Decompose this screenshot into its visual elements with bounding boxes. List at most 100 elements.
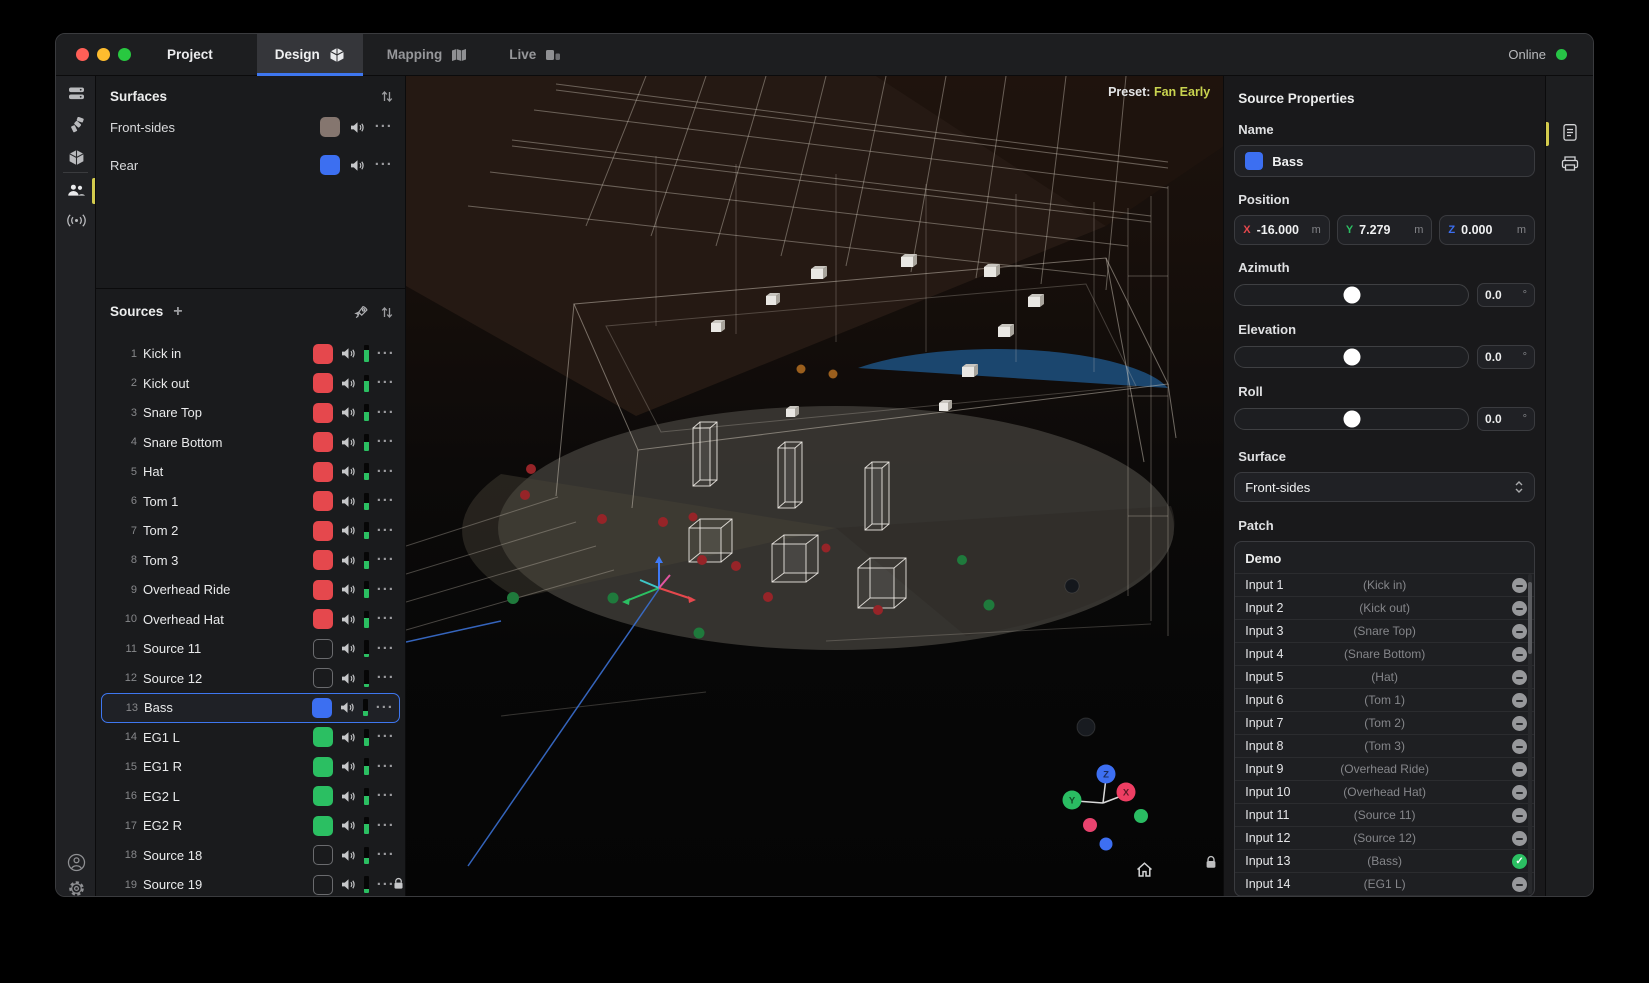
venue-stack-icon[interactable] (56, 86, 96, 101)
source-row[interactable]: 12 Source 12 ··· (96, 664, 405, 694)
more-options-button[interactable]: ··· (377, 585, 395, 595)
sort-icon[interactable] (381, 306, 393, 319)
properties-doc-icon[interactable] (1546, 123, 1593, 142)
settings-gear-icon[interactable] (56, 879, 96, 897)
unpatch-minus-icon[interactable] (1512, 739, 1527, 754)
more-options-button[interactable]: ··· (377, 408, 395, 418)
more-options-button[interactable]: ··· (377, 732, 395, 742)
more-options-button[interactable]: ··· (377, 673, 395, 683)
slider-track[interactable] (1234, 346, 1469, 368)
source-color-swatch[interactable] (313, 432, 333, 452)
slider-thumb[interactable] (1343, 287, 1360, 304)
speaker-icon[interactable] (341, 642, 356, 655)
source-row[interactable]: 2 Kick out ··· (96, 369, 405, 399)
speaker-icon[interactable] (341, 613, 356, 626)
project-menu[interactable]: Project (167, 47, 213, 62)
more-options-button[interactable]: ··· (377, 644, 395, 654)
speaker-icon[interactable] (341, 495, 356, 508)
source-row[interactable]: 19 Source 19 ··· (96, 870, 405, 897)
tab-design[interactable]: Design (257, 34, 363, 76)
speaker-icon[interactable] (341, 436, 356, 449)
source-row[interactable]: 17 EG2 R ··· (96, 811, 405, 841)
source-color-swatch[interactable] (313, 462, 333, 482)
position-field[interactable]: Z 0.000 m (1439, 215, 1535, 245)
patch-input-row[interactable]: (EG1 R) Input 15 (1235, 895, 1534, 897)
more-options-button[interactable]: ··· (377, 614, 395, 624)
source-color-swatch[interactable] (313, 757, 333, 777)
rocket-icon[interactable] (354, 305, 369, 320)
slider-value-field[interactable]: 0.0 ° (1477, 283, 1535, 307)
position-value[interactable]: -16.000 (1257, 223, 1299, 237)
name-field[interactable]: Bass (1234, 145, 1535, 177)
unpatch-minus-icon[interactable] (1512, 693, 1527, 708)
more-options-button[interactable]: ··· (375, 160, 393, 170)
speaker-icon[interactable] (341, 849, 356, 862)
source-color-swatch[interactable] (313, 521, 333, 541)
patch-input-row[interactable]: (Hat) Input 5 (1235, 665, 1534, 688)
source-row[interactable]: 16 EG2 L ··· (96, 782, 405, 812)
unpatch-minus-icon[interactable] (1512, 831, 1527, 846)
source-color-swatch[interactable] (313, 727, 333, 747)
source-color-swatch[interactable] (313, 580, 333, 600)
slider-value-field[interactable]: 0.0 ° (1477, 407, 1535, 431)
source-row[interactable]: 7 Tom 2 ··· (96, 516, 405, 546)
slider-thumb[interactable] (1343, 411, 1360, 428)
speaker-icon[interactable] (350, 159, 365, 172)
speaker-icon[interactable] (341, 347, 356, 360)
source-color-swatch[interactable] (313, 639, 333, 659)
account-icon[interactable] (56, 853, 96, 872)
source-color-swatch[interactable] (313, 845, 333, 865)
source-row[interactable]: 11 Source 11 ··· (96, 634, 405, 664)
unpatch-minus-icon[interactable] (1512, 762, 1527, 777)
more-options-button[interactable]: ··· (377, 378, 395, 388)
slider-track[interactable] (1234, 408, 1469, 430)
speaker-icon[interactable] (341, 377, 356, 390)
position-value[interactable]: 0.000 (1461, 223, 1492, 237)
unpatch-minus-icon[interactable] (1512, 877, 1527, 892)
source-row[interactable]: 9 Overhead Ride ··· (96, 575, 405, 605)
sort-icon[interactable] (381, 90, 393, 103)
add-source-button[interactable]: + (173, 303, 182, 321)
close-window-button[interactable] (76, 48, 89, 61)
speaker-icon[interactable] (341, 878, 356, 891)
speaker-array-icon[interactable] (56, 117, 96, 134)
more-options-button[interactable]: ··· (377, 467, 395, 477)
patch-input-row[interactable]: (Tom 2) Input 7 (1235, 711, 1534, 734)
source-row[interactable]: 6 Tom 1 ··· (96, 487, 405, 517)
more-options-button[interactable]: ··· (377, 821, 395, 831)
patch-input-row[interactable]: (EG1 L) Input 14 (1235, 872, 1534, 895)
patch-input-row[interactable]: (Tom 1) Input 6 (1235, 688, 1534, 711)
speaker-icon[interactable] (341, 554, 356, 567)
zoom-window-button[interactable] (118, 48, 131, 61)
patch-input-row[interactable]: (Source 12) Input 12 (1235, 826, 1534, 849)
unpatch-minus-icon[interactable] (1512, 578, 1527, 593)
source-row[interactable]: 1 Kick in ··· (96, 339, 405, 369)
position-field[interactable]: Y 7.279 m (1337, 215, 1433, 245)
source-row[interactable]: 8 Tom 3 ··· (96, 546, 405, 576)
surface-color-swatch[interactable] (320, 117, 340, 137)
source-color-swatch[interactable] (313, 816, 333, 836)
more-options-button[interactable]: ··· (377, 496, 395, 506)
source-color-swatch[interactable] (313, 668, 333, 688)
speaker-icon[interactable] (341, 790, 356, 803)
surface-row[interactable]: Rear ··· (96, 150, 405, 180)
position-value[interactable]: 7.279 (1359, 223, 1390, 237)
patch-input-row[interactable]: (Overhead Ride) Input 9 (1235, 757, 1534, 780)
slider-track[interactable] (1234, 284, 1469, 306)
source-row[interactable]: 5 Hat ··· (96, 457, 405, 487)
patch-input-row[interactable]: (Snare Top) Input 3 (1235, 619, 1534, 642)
patched-check-icon[interactable]: ✓ (1512, 854, 1527, 869)
patch-input-row[interactable]: (Overhead Hat) Input 10 (1235, 780, 1534, 803)
speaker-icon[interactable] (341, 524, 356, 537)
source-row[interactable]: 13 Bass ··· (101, 693, 400, 723)
patch-input-row[interactable]: (Kick in) Input 1 (1235, 573, 1534, 596)
scene-canvas[interactable]: Z Y X (406, 76, 1223, 897)
speaker-icon[interactable] (341, 406, 356, 419)
unpatch-minus-icon[interactable] (1512, 716, 1527, 731)
source-color-swatch[interactable] (1245, 152, 1263, 170)
printer-icon[interactable] (1546, 155, 1593, 172)
slider-value-field[interactable]: 0.0 ° (1477, 345, 1535, 369)
more-options-button[interactable]: ··· (377, 555, 395, 565)
minimize-window-button[interactable] (97, 48, 110, 61)
source-color-swatch[interactable] (313, 403, 333, 423)
